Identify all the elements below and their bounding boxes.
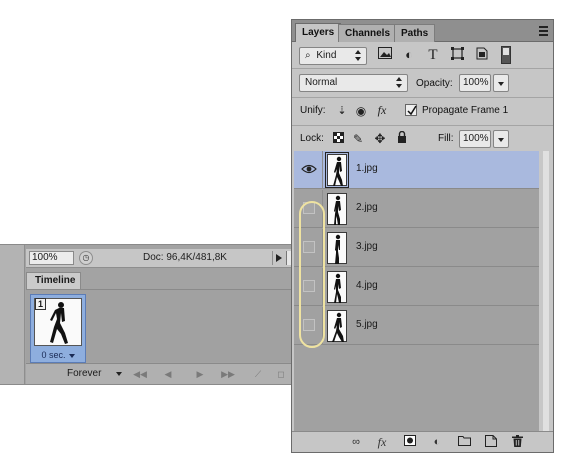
tab-layers[interactable]: Layers	[295, 23, 342, 42]
lock-all-padlock-icon[interactable]	[394, 130, 410, 147]
layer-row[interactable]: 4.jpg	[294, 268, 539, 306]
blend-mode-label: Normal	[305, 77, 338, 88]
document-window: 100% ◷ Doc: 96,4K/481,8K Timeline 1 0 se…	[0, 244, 292, 385]
canvas-edge	[0, 245, 25, 384]
tab-paths[interactable]: Paths	[394, 24, 436, 42]
filter-toggle-switch[interactable]	[501, 46, 511, 64]
adjustment-filter-icon[interactable]: ◐	[401, 47, 417, 63]
walking-figure-icon	[332, 312, 344, 342]
layer-row[interactable]: 5.jpg	[294, 307, 539, 345]
frame-delay-label: 0 sec.	[41, 350, 66, 360]
play-icon[interactable]: ▶	[190, 367, 210, 381]
checkmark-icon	[407, 105, 417, 116]
adjustment-layer-icon[interactable]: ◐	[429, 435, 445, 450]
lock-label: Lock:	[300, 133, 324, 144]
tab-timeline[interactable]: Timeline	[26, 272, 81, 289]
scrollbar-track[interactable]	[543, 151, 549, 431]
status-bar: 100% ◷ Doc: 96,4K/481,8K	[26, 249, 292, 268]
layer-list: 1.jpg 2.jpg 3.jpg 4.jpg 5.jpg	[294, 151, 539, 431]
type-filter-icon[interactable]: T	[425, 47, 441, 63]
new-layer-icon[interactable]	[483, 435, 499, 450]
layers-scrollbar[interactable]	[539, 151, 553, 431]
chevron-down-icon	[116, 372, 122, 376]
propagate-label: Propagate Frame 1	[422, 105, 509, 116]
timeline-controls: Forever ◀◀ ◀ ▶ ▶▶ ⟋ ◻	[26, 363, 292, 384]
timeline-frame[interactable]: 1 0 sec.	[30, 294, 86, 363]
timeline-frames-area: 1 0 sec.	[26, 289, 292, 363]
frame-delay[interactable]: 0 sec.	[31, 348, 85, 362]
new-group-icon[interactable]	[456, 435, 472, 450]
layer-thumbnail	[327, 310, 347, 342]
walking-figure-icon	[334, 195, 341, 225]
fill-input[interactable]: 100%	[459, 130, 491, 148]
unify-visibility-icon[interactable]: ◉	[353, 103, 369, 119]
unify-style-icon[interactable]: fx	[374, 102, 390, 118]
up-down-arrows-icon	[355, 50, 362, 62]
doc-size-info: Doc: 96,4K/481,8K	[143, 252, 227, 263]
smart-object-filter-icon[interactable]	[473, 47, 489, 63]
layer-row[interactable]: 1.jpg	[294, 151, 539, 189]
filter-kind-select[interactable]: ⌕ Kind	[299, 47, 367, 65]
unify-label: Unify:	[300, 105, 326, 116]
delete-layer-icon[interactable]	[509, 435, 525, 450]
divider	[292, 68, 553, 69]
fill-label: Fill:	[438, 133, 454, 144]
layer-name[interactable]: 2.jpg	[356, 202, 378, 213]
search-icon: ⌕	[305, 50, 311, 61]
new-frame-icon[interactable]: ◻	[274, 367, 288, 381]
layer-thumbnail	[327, 232, 347, 264]
layer-row[interactable]: 2.jpg	[294, 190, 539, 228]
zoom-field[interactable]: 100%	[29, 251, 74, 265]
opacity-label: Opacity:	[416, 78, 453, 89]
layers-bottom-toolbar: ∞ fx ◐	[292, 431, 553, 452]
opacity-input[interactable]: 100%	[459, 74, 491, 92]
eye-icon[interactable]	[301, 164, 317, 174]
layer-thumbnail	[327, 271, 347, 303]
layer-name[interactable]: 4.jpg	[356, 280, 378, 291]
divider	[322, 151, 323, 189]
image-filter-icon[interactable]	[377, 47, 393, 63]
previous-frame-icon[interactable]: ◀	[158, 367, 178, 381]
chevron-down-icon	[68, 353, 75, 358]
panel-tab-bar: Layers Channels Paths	[292, 20, 553, 42]
layer-name[interactable]: 1.jpg	[356, 163, 378, 174]
status-clock-icon[interactable]: ◷	[79, 251, 93, 265]
lock-pixels-brush-icon[interactable]: ✎	[350, 131, 366, 147]
walking-figure-icon	[334, 273, 341, 303]
status-menu-arrow-icon[interactable]	[272, 251, 284, 265]
link-layers-icon[interactable]: ∞	[348, 435, 364, 450]
opacity-dropdown-button[interactable]	[493, 74, 509, 92]
layer-name[interactable]: 3.jpg	[356, 241, 378, 252]
panel-menu-icon[interactable]	[536, 25, 550, 37]
fx-icon[interactable]: fx	[374, 435, 390, 450]
tab-channels[interactable]: Channels	[338, 24, 398, 42]
divider	[292, 97, 553, 98]
divider	[292, 125, 553, 126]
first-frame-icon[interactable]: ◀◀	[130, 367, 150, 381]
shape-filter-icon[interactable]	[449, 47, 465, 63]
layer-name[interactable]: 5.jpg	[356, 319, 378, 330]
walking-figure-icon	[335, 234, 341, 264]
frame-number: 1	[35, 298, 46, 310]
filter-kind-label: Kind	[316, 50, 337, 61]
fill-dropdown-button[interactable]	[493, 130, 509, 148]
visibility-highlight-oval	[299, 201, 325, 348]
up-down-arrows-icon	[396, 77, 403, 89]
next-frame-icon[interactable]: ▶▶	[218, 367, 238, 381]
layers-panel: Layers Channels Paths ⌕ Kind ◐ T Normal …	[291, 19, 554, 453]
layer-row[interactable]: 3.jpg	[294, 229, 539, 267]
layer-thumbnail	[325, 152, 349, 188]
layer-thumbnail	[327, 193, 347, 225]
unify-position-icon[interactable]: ⇣	[334, 103, 350, 119]
blend-mode-select[interactable]: Normal	[299, 74, 408, 92]
tween-icon[interactable]: ⟋	[248, 367, 268, 381]
add-mask-icon[interactable]	[402, 435, 418, 450]
walking-figure-icon	[333, 156, 343, 186]
lock-transparency-icon[interactable]	[330, 131, 346, 147]
propagate-checkbox[interactable]	[405, 104, 417, 116]
lock-position-move-icon[interactable]: ✥	[372, 131, 388, 147]
